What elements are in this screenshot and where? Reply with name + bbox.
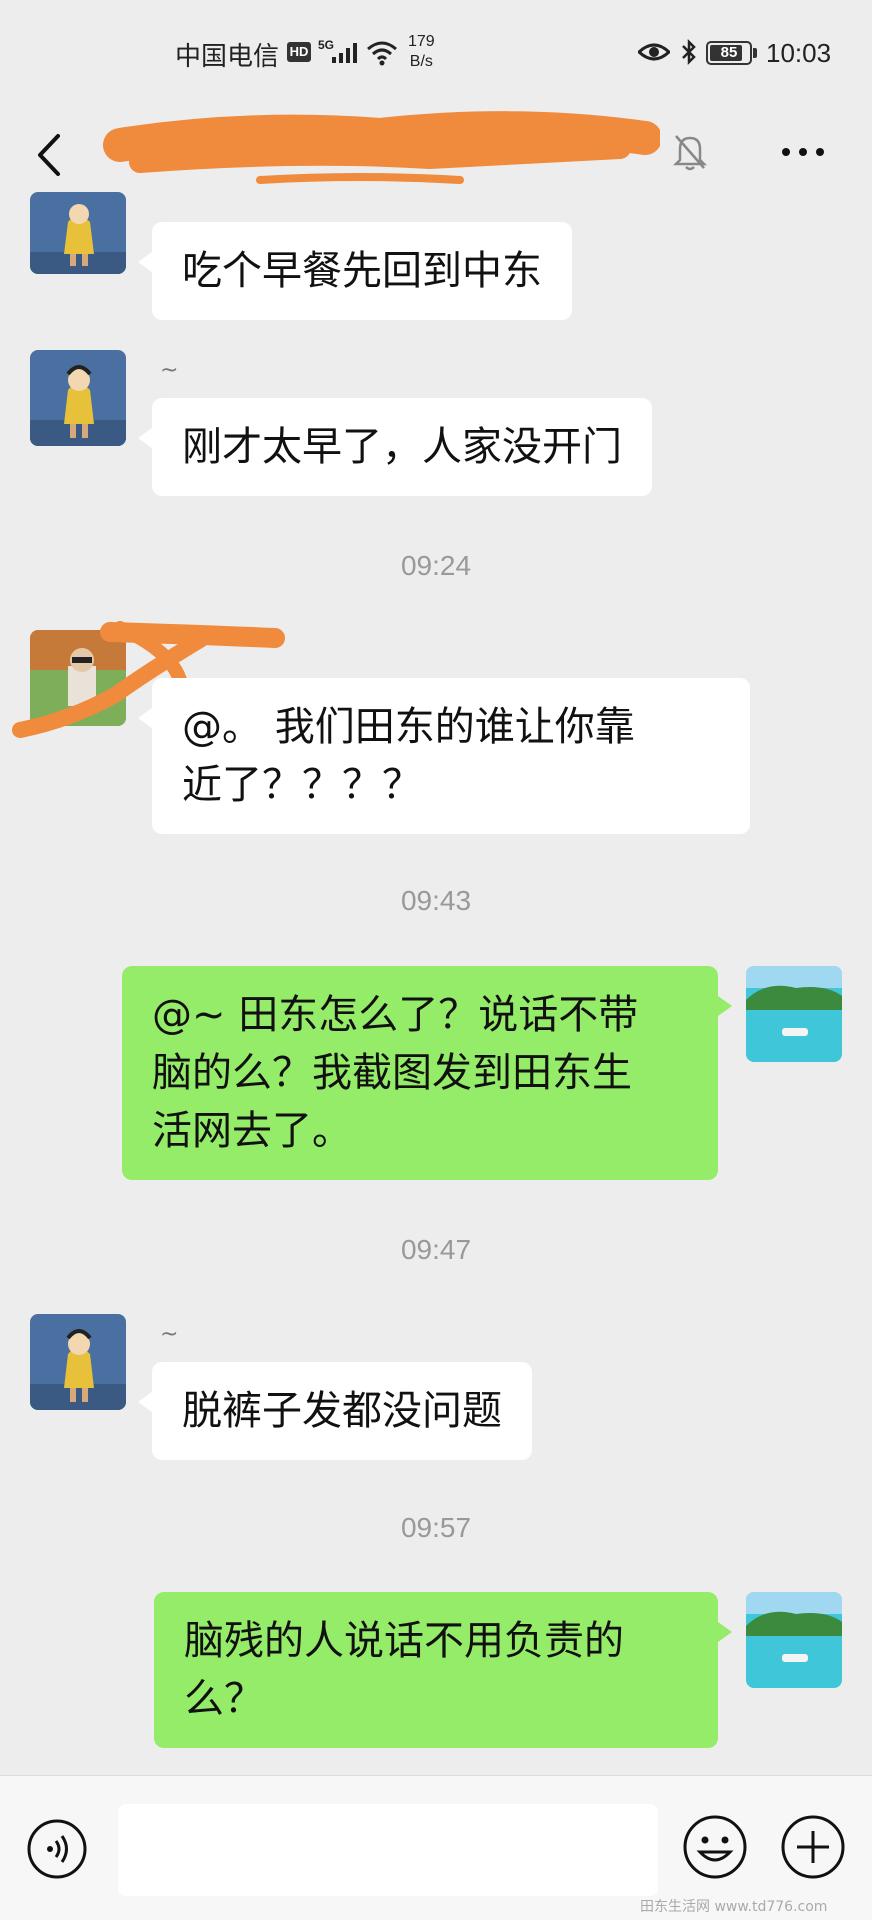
sender-name: ~ xyxy=(160,1322,179,1347)
island-avatar-image xyxy=(746,1592,842,1688)
emoji-icon[interactable] xyxy=(682,1814,748,1880)
message-bubble[interactable]: 脱裤子发都没问题 xyxy=(138,1362,532,1460)
message-text-line: @。 我们田东的谁让你靠 xyxy=(182,704,635,750)
message-text-line: 近了？？？？ xyxy=(182,762,422,808)
message-bubble[interactable]: @。 我们田东的谁让你靠 近了？？？？ xyxy=(138,678,750,834)
avatar[interactable] xyxy=(746,1592,842,1688)
message-text-line: @~ 田东怎么了？说话不带 xyxy=(152,992,639,1038)
message-text: 吃个早餐先回到中东 xyxy=(182,248,542,294)
chevron-left-icon[interactable] xyxy=(30,130,70,180)
chat-header xyxy=(0,110,872,200)
message-text-line: 脑的么？我截图发到田东生 xyxy=(152,1050,632,1096)
message-list[interactable]: 吃个早餐先回到中东 ~ 刚才太早了，人家没开门 09:24 @。 我们田东的谁让… xyxy=(0,192,872,1775)
message-text-line: 么？ xyxy=(184,1676,264,1722)
eye-icon xyxy=(638,43,670,61)
timestamp: 09:24 xyxy=(400,550,472,581)
more-dots-icon[interactable] xyxy=(780,146,826,158)
battery-cap xyxy=(753,48,757,58)
message-text: 脱裤子发都没问题 xyxy=(182,1388,502,1434)
timestamp: 09:43 xyxy=(400,885,472,916)
message-text-line: 活网去了。 xyxy=(152,1108,352,1154)
battery-level: 85 xyxy=(720,44,738,61)
island-avatar-image xyxy=(746,966,842,1062)
message-input[interactable] xyxy=(118,1804,658,1896)
cartoon-avatar-image xyxy=(30,350,126,446)
voice-icon[interactable] xyxy=(26,1818,88,1880)
cartoon-avatar-image xyxy=(30,1314,126,1410)
message-text-line: 脑残的人说话不用负责的 xyxy=(184,1618,624,1664)
watermark: 田东生活网 www.td776.com xyxy=(640,1899,828,1915)
avatar[interactable] xyxy=(30,1314,126,1410)
plus-icon[interactable] xyxy=(780,1814,846,1880)
avatar[interactable] xyxy=(30,350,126,446)
speed-unit: B/s xyxy=(409,53,433,70)
bell-off-icon xyxy=(672,135,708,171)
message-text: 刚才太早了，人家没开门 xyxy=(182,424,622,470)
network-speed: 179 B/s xyxy=(408,32,435,72)
carrier-label: 中国电信 xyxy=(175,42,280,72)
message-bubble[interactable]: 脑残的人说话不用负责的 么？ xyxy=(154,1592,732,1748)
bluetooth-icon xyxy=(682,38,696,66)
clock: 10:03 xyxy=(766,38,832,68)
avatar[interactable] xyxy=(746,966,842,1062)
hd-badge: HD xyxy=(287,42,311,62)
message-bubble[interactable]: @~ 田东怎么了？说话不带 脑的么？我截图发到田东生 活网去了。 xyxy=(122,966,732,1180)
timestamp: 09:57 xyxy=(400,1512,472,1543)
wifi-icon xyxy=(367,41,397,66)
cartoon-avatar-image xyxy=(30,192,126,274)
message-bubble[interactable]: 吃个早餐先回到中东 xyxy=(138,222,572,320)
message-bubble[interactable]: 刚才太早了，人家没开门 xyxy=(138,398,652,496)
avatar[interactable] xyxy=(30,192,126,274)
battery-icon: 85 xyxy=(706,41,752,65)
timestamp: 09:47 xyxy=(400,1234,472,1265)
speed-value: 179 xyxy=(408,33,435,50)
sender-name: ~ xyxy=(160,358,179,383)
status-bar: 中国电信 HD 5G 179 B/s 85 10:03 xyxy=(0,0,872,110)
redacted-chat-title xyxy=(103,111,660,184)
signal-icon xyxy=(332,43,357,63)
